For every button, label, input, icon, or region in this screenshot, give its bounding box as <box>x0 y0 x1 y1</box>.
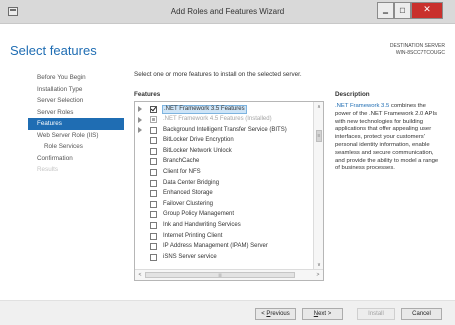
feature-checkbox[interactable] <box>150 222 157 230</box>
feature-row[interactable]: Group Policy Management <box>135 210 313 221</box>
feature-checkbox[interactable] <box>150 243 157 251</box>
feature-label: Client for NFS <box>163 169 201 176</box>
description-header: Description <box>335 91 370 98</box>
feature-checkbox[interactable] <box>150 116 157 124</box>
feature-label: .NET Framework 3.5 Features <box>162 104 247 114</box>
features-header: Features <box>134 91 161 98</box>
feature-row[interactable]: Client for NFS <box>135 168 313 179</box>
feature-row[interactable]: .NET Framework 4.5 Features (Installed) <box>135 115 313 126</box>
nav-item-results: Results <box>37 166 58 173</box>
feature-checkbox[interactable] <box>150 147 157 155</box>
feature-row[interactable]: Data Center Bridging <box>135 178 313 189</box>
destination-server: DESTINATION SERVER WIN-8SCC7TCOUGC <box>390 43 445 57</box>
feature-checkbox[interactable] <box>150 169 157 177</box>
description-link[interactable]: .NET Framework 3.5 <box>335 103 389 109</box>
feature-label: Group Policy Management <box>163 211 235 218</box>
feature-label: iSNS Server service <box>163 253 217 260</box>
feature-row[interactable]: BranchCache <box>135 157 313 168</box>
feature-label: Enhanced Storage <box>163 190 213 197</box>
nav-item-features[interactable]: Features <box>28 118 124 130</box>
scroll-down-button[interactable]: ∨ <box>315 261 323 269</box>
feature-label: BitLocker Drive Encryption <box>163 137 234 144</box>
feature-checkbox[interactable] <box>150 253 157 261</box>
nav-item-server-selection[interactable]: Server Selection <box>28 95 124 107</box>
feature-label: Internet Printing Client <box>163 232 223 239</box>
nav-item-before-you-begin[interactable]: Before You Begin <box>28 72 124 84</box>
nav-item-web-server-role-iis[interactable]: Web Server Role (IIS) <box>28 130 124 142</box>
feature-row[interactable]: Enhanced Storage <box>135 189 313 200</box>
expand-arrow-icon[interactable] <box>138 106 142 112</box>
scroll-left-button[interactable]: < <box>136 271 144 279</box>
maximize-button[interactable]: □ <box>394 2 411 19</box>
previous-label: revious <box>270 311 290 317</box>
feature-label: Ink and Handwriting Services <box>163 222 241 229</box>
feature-label: Failover Clustering <box>163 200 214 207</box>
feature-checkbox[interactable] <box>150 126 157 134</box>
feature-row[interactable]: iSNS Server service <box>135 252 313 263</box>
previous-button[interactable]: < Previous <box>255 308 296 320</box>
feature-row[interactable]: BitLocker Network Unlock <box>135 146 313 157</box>
feature-label: BranchCache <box>163 158 200 165</box>
vertical-scroll-thumb[interactable] <box>316 130 322 142</box>
horizontal-scroll-thumb[interactable]: ||| <box>145 272 295 278</box>
title-bar: Add Roles and Features Wizard ▁ □ ✕ <box>0 0 455 24</box>
feature-row[interactable]: IP Address Management (IPAM) Server <box>135 242 313 253</box>
features-list: .NET Framework 3.5 Features .NET Framewor… <box>135 104 313 263</box>
description-body: combines the power of the .NET Framework… <box>335 103 439 172</box>
feature-label: Background Intelligent Transfer Service … <box>163 126 287 133</box>
feature-label: BitLocker Network Unlock <box>163 147 232 154</box>
feature-row[interactable]: Failover Clustering <box>135 199 313 210</box>
install-button[interactable]: Install <box>357 308 395 320</box>
instruction-text: Select one or more features to install o… <box>134 71 302 78</box>
destination-server-name: WIN-8SCC7TCOUGC <box>395 50 445 56</box>
feature-checkbox[interactable] <box>150 158 157 166</box>
nav-item-confirmation[interactable]: Confirmation <box>28 153 124 165</box>
cancel-button[interactable]: Cancel <box>401 308 442 320</box>
feature-checkbox[interactable] <box>150 211 157 219</box>
feature-checkbox[interactable] <box>150 200 157 208</box>
wizard-steps-nav: Before You Begin Installation Type Server … <box>28 72 124 176</box>
feature-row[interactable]: Internet Printing Client <box>135 231 313 242</box>
description-text: .NET Framework 3.5 combines the power of… <box>335 103 443 173</box>
nav-item-server-roles[interactable]: Server Roles <box>28 107 124 119</box>
destination-label: DESTINATION SERVER <box>389 43 445 49</box>
scroll-up-button[interactable]: ∧ <box>315 103 323 111</box>
feature-row[interactable]: BitLocker Drive Encryption <box>135 136 313 147</box>
feature-row[interactable]: Background Intelligent Transfer Service … <box>135 125 313 136</box>
feature-label: Data Center Bridging <box>163 179 220 186</box>
feature-checkbox[interactable] <box>150 190 157 198</box>
close-button[interactable]: ✕ <box>411 2 443 19</box>
feature-checkbox[interactable] <box>150 232 157 240</box>
vertical-scrollbar[interactable]: ∧ ∨ <box>313 102 323 270</box>
feature-row[interactable]: Ink and Handwriting Services <box>135 221 313 232</box>
feature-label: IP Address Management (IPAM) Server <box>163 243 268 250</box>
next-label: ext > <box>318 311 332 317</box>
nav-item-installation-type[interactable]: Installation Type <box>28 84 124 96</box>
feature-checkbox[interactable] <box>150 105 157 113</box>
expand-arrow-icon[interactable] <box>138 116 142 123</box>
scroll-right-button[interactable]: > <box>314 271 322 279</box>
feature-row[interactable]: .NET Framework 3.5 Features <box>135 104 313 115</box>
features-tree[interactable]: .NET Framework 3.5 Features .NET Framewor… <box>134 101 324 281</box>
feature-label: .NET Framework 4.5 Features (Installed) <box>163 116 272 123</box>
nav-item-role-services[interactable]: Role Services <box>28 141 124 153</box>
next-button[interactable]: Next > <box>302 308 343 320</box>
horizontal-scrollbar[interactable]: < ||| > <box>135 269 323 280</box>
expand-arrow-icon[interactable] <box>138 127 142 134</box>
feature-checkbox[interactable] <box>150 179 157 187</box>
page-title: Select features <box>10 43 97 58</box>
feature-checkbox[interactable] <box>150 137 157 145</box>
minimize-button[interactable]: ▁ <box>377 2 394 19</box>
